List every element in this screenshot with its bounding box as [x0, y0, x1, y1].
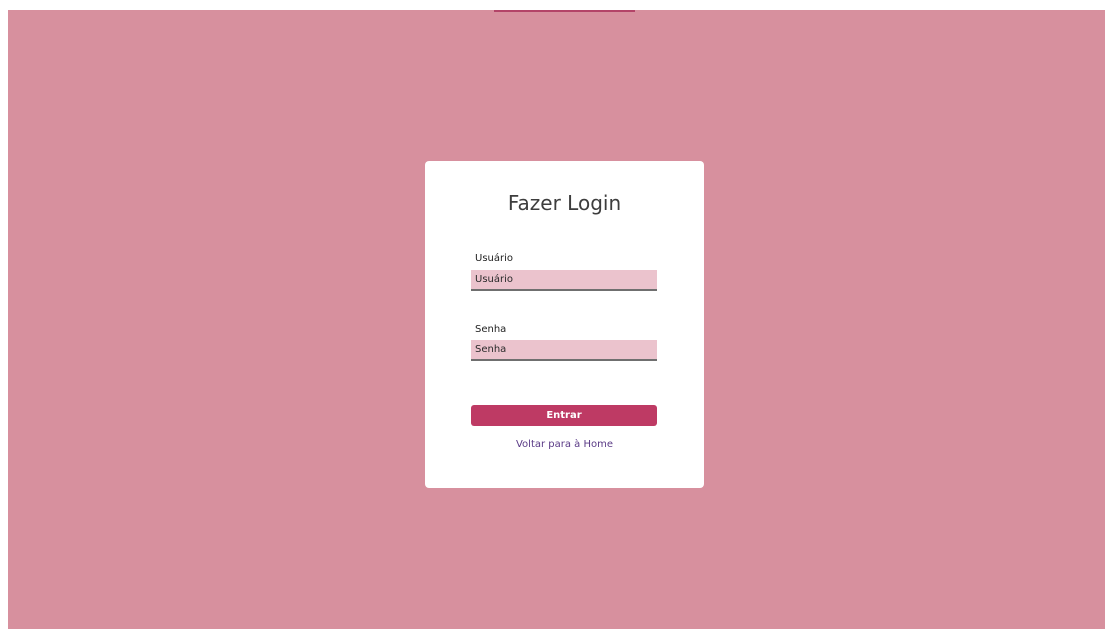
login-card: Fazer Login Usuário Senha Entrar Voltar …	[425, 161, 704, 488]
top-accent-bar	[494, 10, 635, 12]
login-button[interactable]: Entrar	[471, 405, 657, 426]
back-to-home-link[interactable]: Voltar para à Home	[425, 439, 704, 450]
password-label: Senha	[475, 324, 507, 335]
login-title: Fazer Login	[507, 191, 622, 215]
username-label: Usuário	[475, 253, 514, 264]
password-input[interactable]	[471, 340, 657, 361]
page-background: Fazer Login Usuário Senha Entrar Voltar …	[8, 10, 1105, 629]
username-input[interactable]	[471, 270, 657, 291]
